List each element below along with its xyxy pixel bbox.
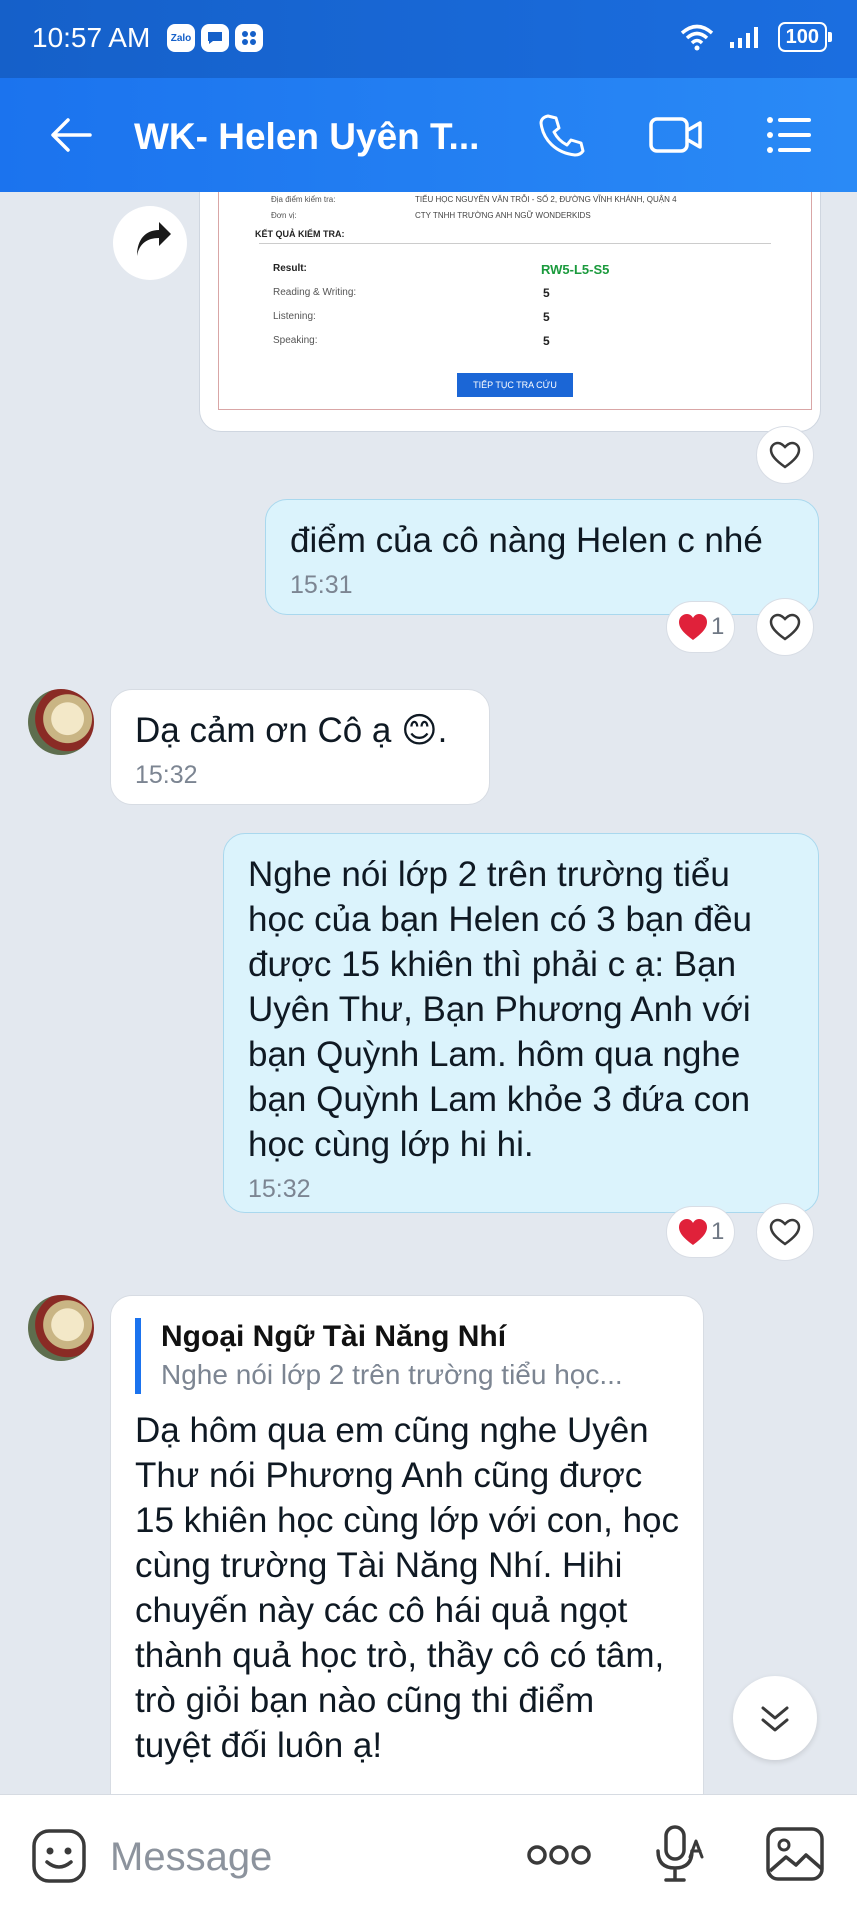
message-bubble-incoming-reply[interactable]: Ngoại Ngữ Tài Năng Nhí Nghe nói lớp 2 tr… <box>110 1295 704 1794</box>
heart-reaction-icon[interactable] <box>756 598 814 656</box>
voice-to-text-mic-icon[interactable] <box>650 1823 710 1885</box>
quoted-message[interactable]: Ngoại Ngữ Tài Năng Nhí Nghe nói lớp 2 tr… <box>135 1318 679 1394</box>
doc-divider <box>259 243 771 244</box>
result-document-image: Địa điểm kiểm tra: TIỂU HỌC NGUYỄN VĂN T… <box>218 192 812 410</box>
doc-reading-value: 5 <box>543 286 550 300</box>
contact-avatar[interactable] <box>28 1295 94 1361</box>
share-forward-icon[interactable] <box>113 206 187 280</box>
message-time: 15:32 <box>135 761 198 789</box>
back-arrow-icon[interactable] <box>46 110 96 160</box>
grid-app-icon <box>235 24 263 52</box>
quoted-text: Nghe nói lớp 2 trên trường tiểu học... <box>161 1359 623 1390</box>
doc-location-value: TIỂU HỌC NGUYỄN VĂN TRỖI - SỐ 2, ĐƯỜNG V… <box>415 195 677 204</box>
doc-continue-button: TIẾP TỤC TRA CỨU <box>457 373 573 397</box>
doc-speaking-value: 5 <box>543 334 550 348</box>
heart-reaction-icon[interactable] <box>756 1203 814 1261</box>
chat-app-icon <box>201 24 229 52</box>
doc-result-value: RW5-L5-S5 <box>541 262 610 277</box>
quoted-sender-name: Ngoại Ngữ Tài Năng Nhí <box>161 1320 507 1353</box>
chat-messages[interactable]: Địa điểm kiểm tra: TIỂU HỌC NGUYỄN VĂN T… <box>0 192 857 1794</box>
phone-icon[interactable] <box>536 110 586 160</box>
message-bubble-incoming[interactable]: Dạ cảm ơn Cô ạ 😊. 15:32 <box>110 689 490 805</box>
zalo-app-icon: Zalo <box>167 24 195 52</box>
result-image-message[interactable]: Địa điểm kiểm tra: TIỂU HỌC NGUYỄN VĂN T… <box>199 192 821 432</box>
status-time: 10:57 AM <box>32 22 151 53</box>
reaction-count: 1 <box>711 1218 725 1245</box>
chat-header: WK- Helen Uyên T... <box>0 78 857 192</box>
reaction-badge[interactable]: 1 <box>666 1206 736 1258</box>
reaction-count: 1 <box>711 613 725 640</box>
scroll-to-bottom-button[interactable] <box>733 1676 817 1760</box>
doc-unit-label: Đơn vị: <box>271 211 297 220</box>
message-input[interactable]: Message <box>110 1835 272 1880</box>
emoji-sticker-icon[interactable] <box>30 1827 88 1885</box>
message-time: 15:32 <box>248 1175 311 1203</box>
message-text: Dạ cảm ơn Cô ạ 😊. <box>135 711 448 750</box>
message-bubble-outgoing[interactable]: điểm của cô nàng Helen c nhé 15:31 <box>265 499 819 615</box>
signal-icon <box>729 27 758 48</box>
heart-reaction-icon[interactable] <box>756 426 814 484</box>
doc-reading-label: Reading & Writing: <box>273 287 357 298</box>
menu-list-icon[interactable] <box>764 110 814 160</box>
contact-avatar[interactable] <box>28 689 94 755</box>
battery-indicator: 100 <box>777 22 833 52</box>
doc-speaking-label: Speaking: <box>273 335 318 346</box>
doc-unit-value: CTY TNHH TRƯỜNG ANH NGỮ WONDERKIDS <box>415 211 591 220</box>
status-app-icons: Zalo <box>167 24 263 52</box>
status-indicators: 100 <box>680 22 833 52</box>
conversation-title[interactable]: WK- Helen Uyên T... <box>134 116 479 158</box>
doc-listening-value: 5 <box>543 310 550 324</box>
message-text: điểm của cô nàng Helen c nhé <box>290 521 763 560</box>
more-options-icon[interactable] <box>526 1835 592 1875</box>
doc-listening-label: Listening: <box>273 311 316 322</box>
doc-location-label: Địa điểm kiểm tra: <box>271 195 336 204</box>
video-call-icon[interactable] <box>648 110 704 160</box>
red-heart-icon <box>679 1219 707 1245</box>
message-time: 15:31 <box>290 571 353 599</box>
message-text: Nghe nói lớp 2 trên trường tiểu học của … <box>248 855 752 1164</box>
reaction-badge[interactable]: 1 <box>666 601 736 653</box>
message-bubble-outgoing[interactable]: Nghe nói lớp 2 trên trường tiểu học của … <box>223 833 819 1213</box>
message-text: Dạ hôm qua em cũng nghe Uyên Thư nói Phư… <box>135 1411 680 1765</box>
wifi-icon <box>680 24 713 51</box>
message-input-bar: Message <box>0 1794 857 1912</box>
photo-gallery-icon[interactable] <box>764 1825 826 1883</box>
status-bar: 10:57 AM Zalo 100 <box>0 0 857 78</box>
doc-result-label: Result: <box>273 263 307 274</box>
red-heart-icon <box>679 614 707 640</box>
doc-results-header: KẾT QUẢ KIỂM TRA: <box>255 229 345 239</box>
